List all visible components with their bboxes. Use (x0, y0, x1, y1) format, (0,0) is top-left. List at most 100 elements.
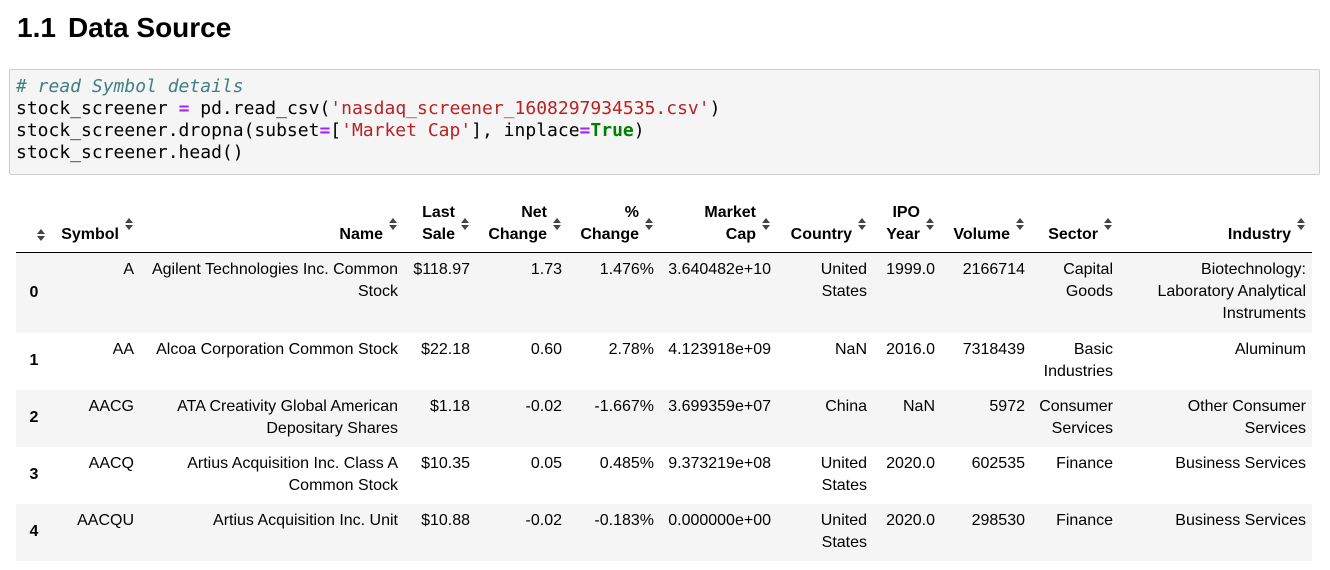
cell-industry: Aluminum (1234, 340, 1306, 358)
cell-industry: Biotechnology: Laboratory Analytical Ins… (1157, 261, 1306, 322)
cell-market-cap: 3.640482e+10 (668, 261, 771, 278)
cell-sector: Finance (1056, 511, 1113, 529)
code-operator: = (178, 98, 190, 119)
table-row: 1 AA Alcoa Corporation Common Stock $22.18 0… (16, 333, 1312, 390)
code-line-4: stock_screener.head() (16, 142, 1313, 164)
cell-pct-change: 0.485% (599, 454, 654, 472)
cell-sector: Basic Industries (1043, 340, 1113, 380)
sort-icon[interactable] (461, 218, 470, 230)
column-header-label: Industry (1228, 202, 1291, 246)
code-token: ) (633, 120, 645, 141)
sort-icon[interactable] (1104, 218, 1113, 230)
column-header-industry[interactable]: Industry (1119, 196, 1312, 253)
table-row: 2 AACG ATA Creativity Global American Depo… (16, 389, 1312, 447)
column-header-line2: Symbol (61, 226, 119, 243)
code-token: [ (330, 120, 342, 141)
code-keyword: True (590, 120, 634, 141)
sort-icon[interactable] (553, 218, 562, 230)
cell-market-cap: 0.000000e+00 (668, 511, 771, 529)
row-index: 1 (29, 352, 39, 369)
code-line-3: stock_screener.dropna(subset=['Market Ca… (16, 120, 1313, 142)
sort-icon[interactable] (762, 218, 771, 230)
cell-market-cap: 9.373219e+08 (668, 454, 771, 472)
cell-symbol: A (123, 261, 134, 278)
column-header-line2: Volume (953, 226, 1010, 243)
code-token: stock_screener.head() (16, 142, 244, 163)
cell-ipo-year: 2016.0 (886, 340, 935, 358)
cell-last-sale: $10.88 (421, 511, 470, 529)
code-token: pd.read_csv( (189, 98, 331, 119)
cell-name: Artius Acquisition Inc. Unit (213, 511, 398, 529)
row-index: 4 (29, 523, 39, 540)
column-header-label: Name (339, 202, 383, 246)
code-operator: = (579, 120, 591, 141)
dataframe-table: Symbol Name Last Sale Net Change% Change Market… (16, 196, 1312, 561)
sort-icon[interactable] (926, 218, 935, 230)
column-header-label: Last Sale (422, 202, 455, 246)
column-header-net-change[interactable]: Net Change (476, 196, 568, 253)
cell-last-sale: $10.35 (421, 454, 470, 472)
cell-ipo-year: 1999.0 (886, 261, 935, 278)
column-header-line1: Last (422, 204, 455, 221)
cell-industry: Business Services (1175, 511, 1306, 529)
cell-market-cap: 3.699359e+07 (668, 397, 771, 415)
column-header-line1: IPO (892, 204, 920, 221)
column-header-volume[interactable]: Volume (941, 196, 1031, 253)
cell-name: Artius Acquisition Inc. Class A Common S… (187, 454, 398, 494)
cell-ipo-year: NaN (902, 397, 935, 415)
code-token: ) (709, 98, 721, 119)
cell-country: United States (820, 261, 867, 300)
sort-icon[interactable] (389, 218, 398, 230)
sort-icon[interactable] (858, 218, 867, 230)
column-header-name[interactable]: Name (140, 196, 404, 253)
cell-net-change: 0.05 (530, 454, 562, 472)
column-header-line1: % (624, 204, 639, 221)
column-header-market-cap[interactable]: Market Cap (660, 196, 777, 253)
table-row: 3 AACQ Artius Acquisition Inc. Class A Com… (16, 447, 1312, 504)
code-token: ], inplace (471, 120, 580, 141)
cell-volume: 2166714 (962, 261, 1025, 278)
cell-last-sale: $22.18 (421, 340, 470, 358)
cell-net-change: -0.02 (525, 397, 562, 415)
sort-icon[interactable] (125, 218, 134, 230)
column-header-sector[interactable]: Sector (1031, 196, 1119, 253)
column-header-line2: Cap (725, 226, 756, 243)
cell-ipo-year: 2020.0 (886, 511, 935, 529)
cell-symbol: AACG (88, 397, 134, 415)
column-header-pct-change[interactable]: % Change (568, 196, 660, 253)
cell-industry: Other Consumer Services (1187, 397, 1306, 437)
table-body: 0 A Agilent Technologies Inc. Common Stock… (16, 252, 1312, 561)
table-row: 4 AACQU Artius Acquisition Inc. Unit $10.88… (16, 503, 1312, 561)
sort-icon[interactable] (1016, 218, 1025, 230)
column-header-ipo-year[interactable]: IPO Year (873, 196, 941, 253)
column-header-symbol[interactable]: Symbol (52, 196, 140, 253)
row-index: 3 (29, 466, 39, 483)
column-header-line2: Year (886, 226, 920, 243)
code-comment: # read Symbol details (16, 76, 244, 97)
column-header-line2: Country (790, 226, 852, 243)
column-header-line2: Sale (422, 226, 455, 243)
sort-icon[interactable] (1297, 218, 1306, 230)
row-index: 2 (29, 409, 39, 426)
code-line-1: # read Symbol details (16, 76, 1313, 98)
code-cell[interactable]: # read Symbol details stock_screener = pd… (9, 69, 1320, 175)
cell-volume: 5972 (989, 397, 1025, 415)
code-line-2: stock_screener = pd.read_csv('nasdaq_scr… (16, 98, 1313, 120)
cell-sector: Capital Goods (1063, 261, 1113, 300)
column-header-line1: Market (704, 204, 756, 221)
sort-icon[interactable] (37, 229, 46, 241)
column-header-label: IPO Year (886, 202, 920, 246)
column-header-line1: Net (521, 204, 547, 221)
cell-name: ATA Creativity Global American Depositar… (177, 397, 398, 437)
cell-volume: 298530 (971, 511, 1025, 529)
cell-sector: Consumer Services (1039, 397, 1113, 437)
column-header-country[interactable]: Country (777, 196, 873, 253)
column-header-index[interactable] (16, 196, 52, 253)
column-header-line2: Change (488, 226, 547, 243)
cell-symbol: AA (112, 340, 134, 358)
cell-volume: 7318439 (962, 340, 1025, 358)
cell-name: Alcoa Corporation Common Stock (156, 340, 398, 358)
sort-icon[interactable] (645, 218, 654, 230)
notebook-page: 1.1 Data Source # read Symbol details stoc… (0, 0, 1330, 570)
column-header-last-sale[interactable]: Last Sale (404, 196, 476, 253)
